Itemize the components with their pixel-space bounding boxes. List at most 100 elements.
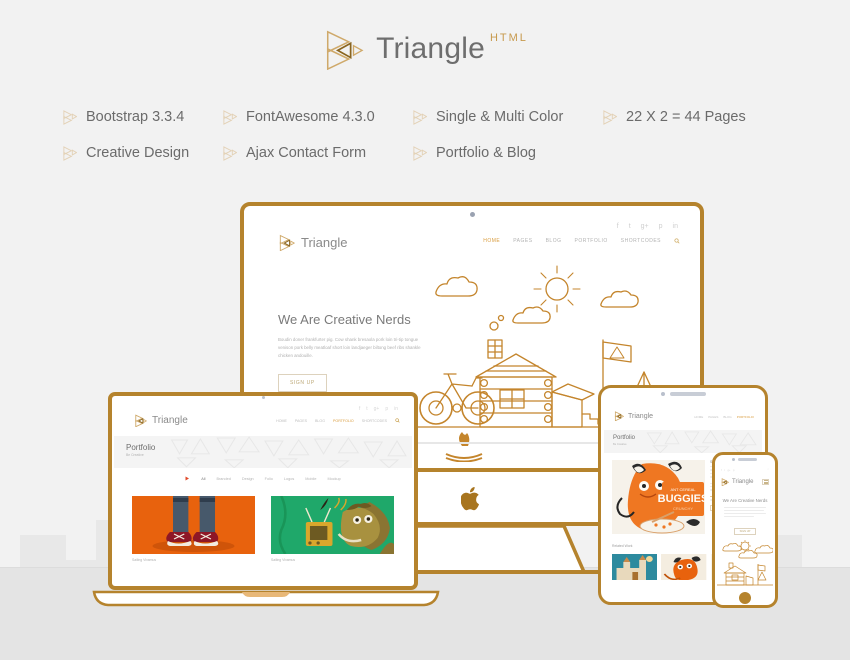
laptop-camera-icon: [261, 396, 265, 399]
linkedin-icon[interactable]: in: [394, 406, 398, 412]
social-links[interactable]: f t g+ p: [721, 469, 734, 472]
feature-label: Single & Multi Color: [436, 109, 564, 125]
nav-pages[interactable]: PAGES: [513, 238, 532, 244]
facebook-icon[interactable]: f: [617, 223, 619, 230]
googleplus-icon[interactable]: g+: [641, 223, 649, 230]
phone-site-logo[interactable]: Triangle: [721, 478, 753, 486]
portfolio-caption: Sailing Vivamus: [271, 558, 296, 562]
filter-design[interactable]: Design: [242, 477, 254, 481]
phone-screen: f t g+ p ○ Triangle We Are Creative Nerd…: [717, 466, 773, 590]
laptop-menu[interactable]: HOME PAGES BLOG PORTFOLIO SHORTCODES: [276, 418, 400, 423]
laptop-site-logo[interactable]: Triangle: [134, 414, 188, 427]
feature-item: Single & Multi Color: [412, 104, 602, 130]
pinterest-icon[interactable]: p: [659, 223, 663, 230]
dragon-green-art[interactable]: [271, 496, 394, 554]
pinterest-icon[interactable]: p: [733, 469, 734, 472]
triangle-logo-icon: [614, 411, 624, 421]
sneakers-orange-art[interactable]: [132, 496, 255, 554]
text-line: [724, 515, 755, 518]
filter-all[interactable]: All: [201, 477, 205, 481]
fox-art[interactable]: [661, 554, 707, 580]
desktop-menu[interactable]: HOME PAGES BLOG PORTFOLIO SHORTCODES: [483, 238, 680, 244]
portfolio-card[interactable]: Sailing Vivamus: [271, 496, 394, 562]
home-button[interactable]: [739, 592, 751, 604]
googleplus-icon[interactable]: g+: [727, 469, 730, 472]
nav-blog[interactable]: BLOG: [723, 415, 731, 419]
facebook-icon[interactable]: f: [359, 406, 360, 412]
signup-button[interactable]: SIGN UP: [734, 528, 756, 535]
nav-portfolio[interactable]: PORTFOLIO: [737, 415, 754, 419]
googleplus-icon[interactable]: g+: [374, 406, 380, 412]
tablet-menu[interactable]: HOME PAGES BLOG PORTFOLIO: [694, 415, 754, 419]
feature-label: Bootstrap 3.3.4: [86, 109, 185, 125]
phone-hero-heading: We Are Creative Nerds: [722, 498, 768, 503]
nav-pages[interactable]: PAGES: [708, 415, 718, 419]
cabin-scene-illustration: [717, 540, 773, 590]
portfolio-filters[interactable]: All Branded Design Folio Logos Mobile Mo…: [114, 476, 412, 481]
portfolio-banner: Portfolio Be Creative: [604, 430, 762, 453]
laptop-site-logo-text: Triangle: [152, 415, 188, 426]
social-links[interactable]: f t g+ p in: [359, 406, 398, 412]
search-icon[interactable]: [674, 238, 680, 244]
svg-text:ANT CEREAL: ANT CEREAL: [670, 487, 696, 492]
buggies-wordmark: BUGGIES: [658, 493, 705, 505]
laptop-base: [92, 590, 440, 607]
tablet-speaker-icon: [670, 392, 706, 396]
nav-portfolio[interactable]: PORTFOLIO: [574, 238, 607, 244]
triangle-logo-icon: [721, 478, 729, 486]
signup-button[interactable]: SIGN UP: [278, 374, 327, 393]
nav-pages[interactable]: PAGES: [295, 419, 307, 423]
tablet-site-logo[interactable]: Triangle: [614, 411, 653, 421]
brand-logo: Triangle HTML: [0, 28, 850, 70]
banner-subtitle: Be Creative: [126, 453, 144, 457]
triangle-pattern-decoration: [646, 430, 757, 453]
twitter-icon[interactable]: t: [366, 406, 367, 412]
twitter-icon[interactable]: t: [724, 469, 725, 472]
filter-branded[interactable]: Branded: [216, 477, 230, 481]
triangle-bullet-icon: [63, 145, 77, 161]
nav-blog[interactable]: BLOG: [546, 238, 562, 244]
filter-mobile[interactable]: Mobile: [305, 477, 316, 481]
banner-text: Portfolio Be Creative: [126, 443, 155, 457]
tablet-site-logo-text: Triangle: [628, 412, 654, 420]
tablet-sensors: [661, 392, 706, 396]
nav-home[interactable]: HOME: [483, 238, 500, 244]
facebook-icon[interactable]: f: [721, 469, 722, 472]
search-icon[interactable]: ○: [767, 468, 769, 471]
triangle-logo-icon: [279, 234, 295, 251]
phone-site-logo-text: Triangle: [732, 479, 754, 485]
feature-item: Creative Design: [62, 140, 222, 166]
nav-shortcodes[interactable]: SHORTCODES: [621, 238, 661, 244]
nav-portfolio[interactable]: PORTFOLIO: [333, 419, 354, 423]
desktop-site-logo[interactable]: Triangle: [278, 234, 347, 251]
portfolio-card[interactable]: Sailing Vivamus: [132, 496, 255, 562]
laptop-screen: f t g+ p in Triangle HOME PAGES BLOG POR…: [114, 404, 412, 584]
buggies-cereal-art[interactable]: ANT CEREAL BUGGIES CRUNCHY: [612, 460, 705, 534]
phone-camera-icon: [732, 458, 735, 461]
feature-list: Bootstrap 3.3.4 FontAwesome 4.3.0 Single…: [62, 104, 802, 166]
twitter-icon[interactable]: t: [629, 223, 631, 230]
filter-logos[interactable]: Logos: [284, 477, 294, 481]
pinterest-icon[interactable]: p: [385, 406, 388, 412]
triangle-bullet-icon: [223, 145, 237, 161]
triangle-bullet-icon: [63, 109, 77, 125]
feature-label: Portfolio & Blog: [436, 145, 536, 161]
triangle-pattern-decoration: [170, 436, 407, 468]
castle-art[interactable]: [612, 554, 658, 580]
nav-home[interactable]: HOME: [276, 419, 287, 423]
filter-folio[interactable]: Folio: [265, 477, 273, 481]
feature-item: Bootstrap 3.3.4: [62, 104, 222, 130]
linkedin-icon[interactable]: in: [673, 223, 678, 230]
nav-shortcodes[interactable]: SHORTCODES: [362, 419, 387, 423]
brand-superscript: HTML: [489, 32, 528, 44]
triangle-bullet-icon: [413, 145, 427, 161]
social-links[interactable]: f t g+ p in: [617, 223, 678, 230]
hamburger-menu-icon[interactable]: [762, 479, 769, 485]
feature-label: FontAwesome 4.3.0: [246, 109, 375, 125]
tablet-camera-icon: [661, 392, 665, 396]
nav-blog[interactable]: BLOG: [315, 419, 325, 423]
search-icon[interactable]: [395, 418, 400, 423]
triangle-logo-icon: [135, 414, 147, 427]
filter-mockup[interactable]: Mockup: [327, 477, 340, 481]
nav-home[interactable]: HOME: [694, 415, 703, 419]
